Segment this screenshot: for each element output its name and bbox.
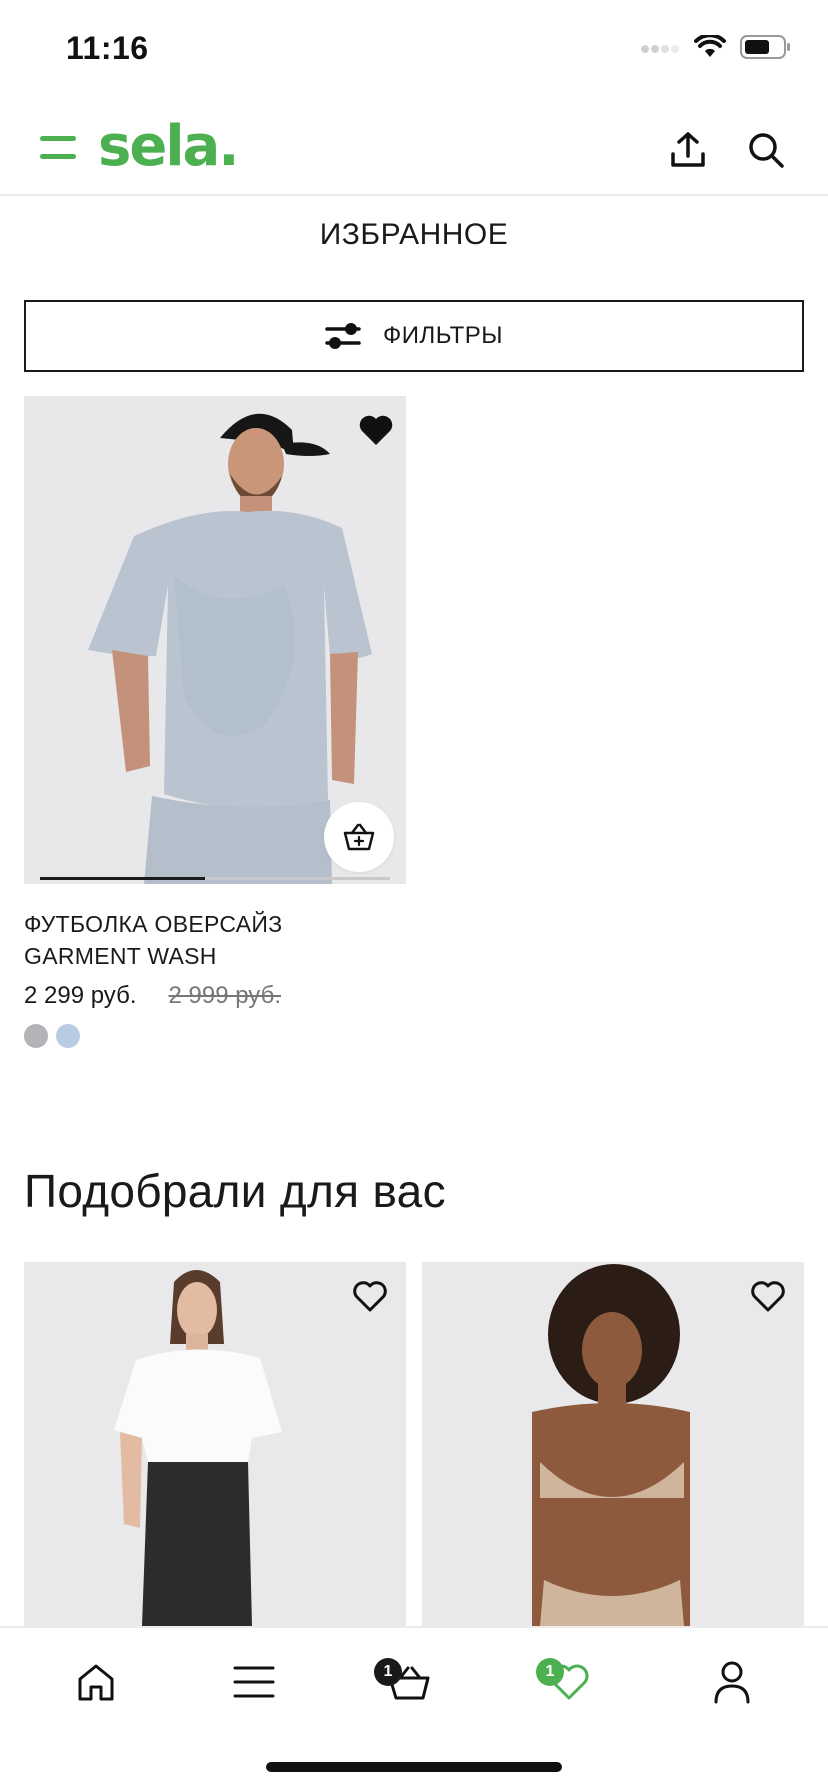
color-swatch[interactable] [24, 1024, 48, 1048]
recommended-product-card[interactable] [422, 1262, 804, 1626]
filters-icon [325, 323, 361, 349]
basket-plus-icon [343, 823, 375, 851]
favorite-heart-outline-icon[interactable] [748, 1276, 788, 1316]
image-slider-progress [40, 877, 390, 880]
page-title: ИЗБРАННОЕ [319, 218, 509, 251]
product-name[interactable]: ФУТБОЛКА ОВЕРСАЙЗ GARMENT WASH [24, 908, 404, 972]
tab-favorites[interactable]: 1 [536, 1650, 600, 1714]
recommended-product-card[interactable] [24, 1262, 406, 1626]
product-photo-beige-lingerie [422, 1262, 804, 1626]
product-price: 2 299 руб. [24, 982, 137, 1009]
tab-home[interactable] [64, 1650, 128, 1714]
recommendations-title: Подобрали для вас [24, 1165, 446, 1217]
signal-icon [641, 45, 679, 53]
home-indicator [266, 1762, 562, 1772]
status-indicators [640, 34, 792, 60]
favorite-heart-icon[interactable] [356, 410, 396, 450]
user-icon [714, 1661, 750, 1704]
status-time: 11:16 [66, 30, 149, 66]
product-photo-white-tee [24, 1262, 406, 1626]
product-image[interactable] [422, 1262, 804, 1626]
tab-profile[interactable] [700, 1650, 764, 1714]
share-icon[interactable] [668, 130, 708, 170]
brand-logo[interactable]: sela. [98, 114, 240, 179]
menu-toggle-icon[interactable] [40, 130, 76, 166]
status-bar: 11:16 [0, 0, 828, 100]
product-old-price: 2 999 руб. [168, 982, 282, 1009]
home-icon [78, 1664, 114, 1701]
price-row: 2 299 руб. 2 999 руб. [24, 982, 281, 1010]
product-image[interactable] [24, 396, 406, 884]
app-header: sela. [0, 100, 828, 196]
filters-label: ФИЛЬТРЫ [382, 322, 503, 349]
favorite-product-card[interactable]: ФУТБОЛКА ОВЕРСАЙЗ GARMENT WASH 2 299 руб… [24, 396, 406, 1056]
cart-count-badge: 1 [374, 1658, 402, 1686]
favorites-count-badge: 1 [536, 1658, 564, 1686]
color-swatches [24, 1024, 80, 1048]
menu-icon [233, 1666, 275, 1698]
wifi-icon [694, 35, 726, 57]
battery-icon [740, 35, 790, 59]
tab-cart[interactable]: 1 [374, 1650, 440, 1714]
favorite-heart-outline-icon[interactable] [350, 1276, 390, 1316]
product-image[interactable] [24, 1262, 406, 1626]
search-icon[interactable] [746, 130, 786, 170]
color-swatch[interactable] [56, 1024, 80, 1048]
add-to-cart-button[interactable] [324, 802, 394, 872]
image-slider-fill [40, 877, 205, 880]
tab-catalog[interactable] [222, 1650, 286, 1714]
filters-button[interactable]: ФИЛЬТРЫ [24, 300, 804, 372]
